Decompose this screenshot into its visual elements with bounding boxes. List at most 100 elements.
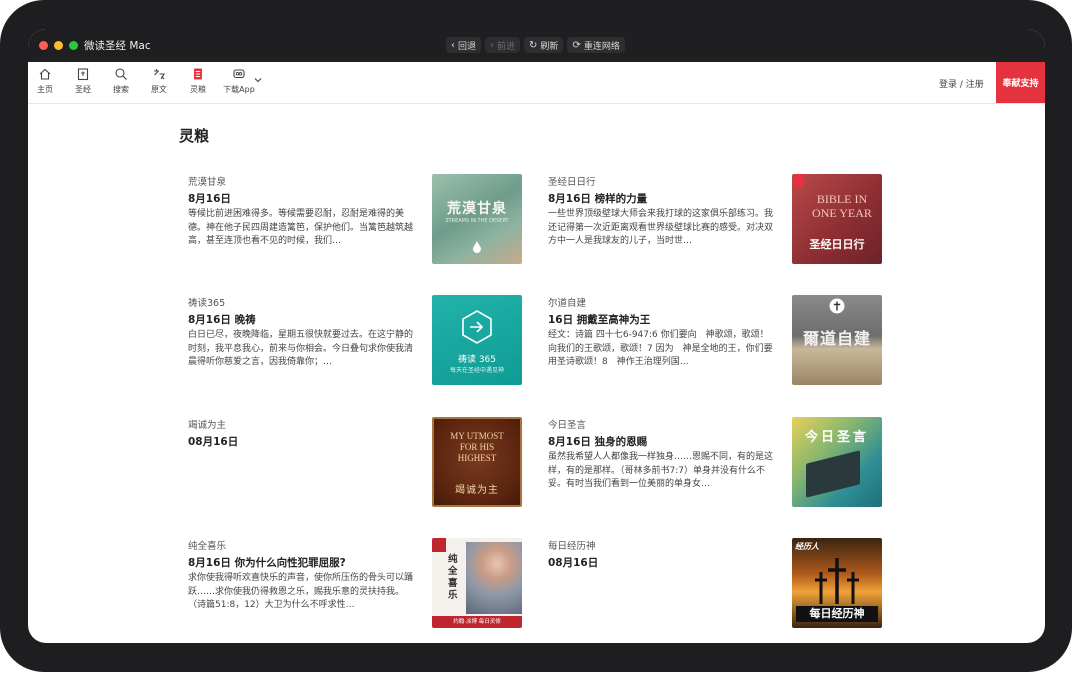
- close-window-button[interactable]: [39, 41, 48, 50]
- bookmark-icon: [794, 174, 804, 188]
- devotional-card[interactable]: 荒漠甘泉 8月16日 等候比前进困难得多。等候需要忍耐，忍耐是难得的美德。神在他…: [188, 174, 522, 266]
- back-button[interactable]: ‹ 回退: [446, 37, 482, 53]
- card-summary: 等候比前进困难得多。等候需要忍耐，忍耐是难得的美德。神在他子民四周建造篱笆，保护…: [188, 209, 414, 246]
- card-title: 08月16日: [548, 557, 599, 569]
- forward-button[interactable]: › 前进: [485, 37, 521, 53]
- main-toolbar: 主页 圣经 搜索 原文 灵粮 下载App 登录 / 注册 奉献支持: [28, 62, 1045, 104]
- thumbnail-subtitle: 约翰·派博 每日灵修: [432, 616, 522, 628]
- thumbnail-subtitle: 每天在圣经中遇见神: [449, 367, 504, 374]
- card-thumbnail: 荒漠甘泉 STREAMS IN THE DESERT: [432, 174, 522, 264]
- card-category: 尔道自建: [548, 298, 587, 309]
- refresh-label: 刷新: [540, 41, 559, 52]
- nav-buttons: ‹ 回退 › 前进 ↻ 刷新 ⟳ 重连网络: [446, 37, 625, 53]
- reconnect-label: 重连网络: [583, 41, 620, 52]
- card-thumbnail: BIBLE IN ONE YEAR 圣经日日行: [792, 174, 882, 264]
- refresh-button[interactable]: ↻ 刷新: [524, 37, 564, 53]
- home-icon: [39, 68, 51, 80]
- thumbnail-title: MY UTMOST FOR HIS HIGHEST: [450, 431, 504, 463]
- devotional-card[interactable]: 尔道自建 16日 拥戴至高神为王 经文：诗篇 四十七6-947:6 你们要向 神…: [548, 295, 882, 387]
- thumbnail-title: 爾道自建: [802, 329, 871, 348]
- toolbar-item-search[interactable]: 搜索: [103, 67, 139, 95]
- minimize-window-button[interactable]: [54, 41, 63, 50]
- thumbnail-title: 纯全喜乐: [448, 554, 458, 601]
- card-thumbnail: 祷读 365 每天在圣经中遇见神: [432, 295, 522, 385]
- chevron-right-icon: ›: [490, 39, 495, 51]
- card-title: 8月16日 晚祷: [188, 314, 256, 326]
- card-thumbnail: MY UTMOST FOR HIS HIGHEST 竭诚为主: [432, 417, 522, 507]
- devotional-card[interactable]: 圣经日日行 8月16日 榜样的力量 一些世界顶级壁球大师会来我打球的这家俱乐部练…: [548, 174, 882, 266]
- toolbar-item-original[interactable]: 原文: [141, 67, 177, 95]
- card-summary: 白日已尽，夜晚降临，星期五很快就要过去。在这宁静的时刻，我平息我心，前来与你相会…: [188, 330, 414, 367]
- devotional-card[interactable]: 纯全喜乐 8月16日 你为什么向性犯罪屈服? 求你使我得听欢喜快乐的声音，使你所…: [188, 538, 522, 630]
- card-thumbnail: 今日圣言: [792, 417, 882, 507]
- login-register-link[interactable]: 登录 / 注册: [939, 77, 984, 90]
- toolbar-label-bible: 圣经: [75, 85, 91, 94]
- forward-label: 前进: [497, 41, 516, 52]
- devotional-card[interactable]: 每日经历神 08月16日 经历人 每日经历神: [548, 538, 882, 630]
- thumbnail-subtitle: STREAMS IN THE DESERT: [445, 218, 509, 224]
- three-crosses-icon: [815, 558, 859, 604]
- cross-badge-icon: [829, 298, 845, 314]
- refresh-icon: ↻: [529, 39, 538, 51]
- card-category: 荒漠甘泉: [188, 177, 227, 188]
- thumbnail-title: 每日经历神: [796, 606, 878, 622]
- app-title: 微读圣经 Mac: [84, 40, 151, 52]
- page-title: 灵粮: [179, 127, 210, 145]
- card-summary: 虽然我希望人人都像我一样独身……恩赐不同，有的是这样，有的是那样。（哥林多前书7…: [548, 452, 774, 489]
- toolbar-label-search: 搜索: [113, 85, 129, 94]
- arrow-enter-icon: [462, 310, 492, 344]
- toolbar-label-devotional: 灵粮: [190, 85, 206, 94]
- original-text-icon: [154, 69, 165, 80]
- card-summary: 一些世界顶级壁球大师会来我打球的这家俱乐部练习。我还记得第一次近距离观看世界级壁…: [548, 209, 774, 246]
- open-bible-image: [806, 450, 860, 498]
- devotional-card[interactable]: 祷读365 8月16日 晚祷 白日已尽，夜晚降临，星期五很快就要过去。在这宁静的…: [188, 295, 522, 387]
- card-title: 8月16日 你为什么向性犯罪屈服?: [188, 557, 346, 569]
- devotional-card[interactable]: 今日圣言 8月16日 独身的恩赐 虽然我希望人人都像我一样独身……恩赐不同，有的…: [548, 417, 882, 509]
- chevron-left-icon: ‹: [451, 39, 455, 51]
- card-category: 祷读365: [188, 298, 226, 309]
- reconnect-button[interactable]: ⟳ 重连网络: [567, 37, 625, 53]
- toolbar-item-devotional[interactable]: 灵粮: [180, 67, 216, 95]
- card-title: 8月16日 独身的恩赐: [548, 436, 648, 448]
- card-title: 08月16日: [188, 436, 239, 448]
- thumbnail-title: 今日圣言: [804, 430, 869, 445]
- device-frame: 微读圣经 Mac ‹ 回退 › 前进 ↻ 刷新 ⟳ 重连网络 主页 圣经 搜索 原文 灵…: [0, 0, 1072, 672]
- thumbnail-subtitle: 圣经日日行: [809, 238, 865, 251]
- water-drop-icon: [473, 241, 481, 253]
- donate-button[interactable]: 奉献支持: [996, 62, 1045, 103]
- toolbar-item-bible[interactable]: 圣经: [65, 67, 101, 95]
- author-portrait: [466, 542, 522, 614]
- app-window: 微读圣经 Mac ‹ 回退 › 前进 ↻ 刷新 ⟳ 重连网络 主页 圣经 搜索 原文 灵…: [28, 29, 1045, 643]
- card-category: 每日经历神: [548, 541, 596, 552]
- card-category: 今日圣言: [548, 420, 587, 431]
- bible-icon: [77, 68, 89, 81]
- card-title: 8月16日: [188, 193, 231, 205]
- logo-badge-icon: [432, 538, 446, 552]
- card-title: 16日 拥戴至高神为王: [548, 314, 651, 326]
- thumbnail-title: BIBLE IN ONE YEAR: [812, 192, 872, 220]
- search-icon: [115, 68, 127, 80]
- back-label: 回退: [458, 41, 477, 52]
- download-app-icon: [233, 69, 245, 79]
- card-thumbnail: 纯全喜乐 约翰·派博 每日灵修: [432, 538, 522, 628]
- card-category: 圣经日日行: [548, 177, 596, 188]
- toolbar-label-original: 原文: [151, 85, 167, 94]
- devotional-icon: [194, 68, 202, 80]
- card-category: 纯全喜乐: [188, 541, 227, 552]
- card-thumbnail: 爾道自建: [792, 295, 882, 385]
- title-bar: 微读圣经 Mac ‹ 回退 › 前进 ↻ 刷新 ⟳ 重连网络: [28, 29, 1045, 62]
- thumbnail-subtitle: 竭诚为主: [455, 485, 499, 496]
- devotional-card[interactable]: 竭诚为主 08月16日 MY UTMOST FOR HIS HIGHEST 竭诚…: [188, 417, 522, 509]
- toolbar-item-home[interactable]: 主页: [28, 67, 63, 95]
- thumbnail-title: 祷读 365: [457, 355, 497, 365]
- card-summary: 求你使我得听欢喜快乐的声音，使你所压伤的骨头可以踊跃……求你使我仍得救恩之乐，赐…: [188, 573, 414, 610]
- card-thumbnail: 经历人 每日经历神: [792, 538, 882, 628]
- reconnect-icon: ⟳: [572, 39, 581, 51]
- zoom-window-button[interactable]: [69, 41, 78, 50]
- card-category: 竭诚为主: [188, 420, 227, 431]
- card-title: 8月16日 榜样的力量: [548, 193, 648, 205]
- chevron-down-icon[interactable]: [254, 77, 262, 83]
- thumbnail-subtitle: 经历人: [795, 542, 819, 551]
- toolbar-label-home: 主页: [37, 85, 53, 94]
- toolbar-item-download-app[interactable]: 下载App: [219, 67, 259, 95]
